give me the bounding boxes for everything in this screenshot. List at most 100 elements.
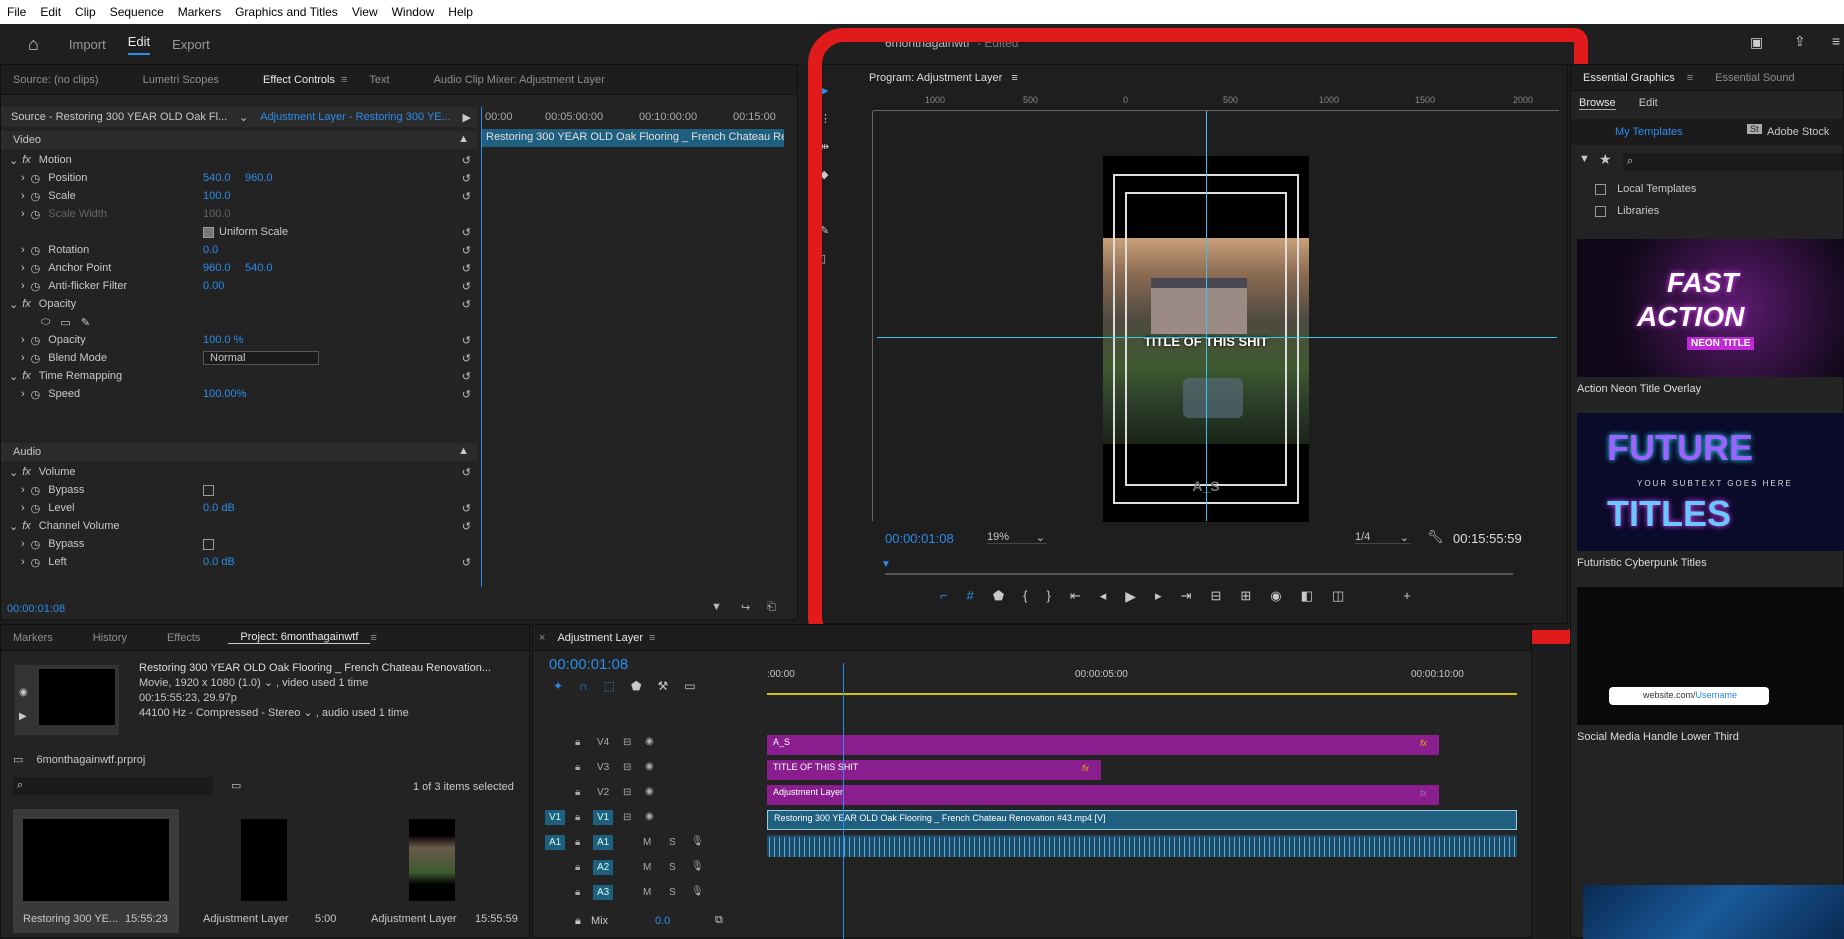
fx-icon[interactable]: fx [22,154,31,166]
extract-icon[interactable]: ⊞ [1240,588,1251,610]
grid-icon[interactable]: # [967,588,974,610]
collapse-icon[interactable]: ▲ [458,133,469,145]
stopwatch-icon[interactable]: ◷ [31,352,41,365]
solo-button[interactable]: S [669,837,676,848]
more-icon[interactable]: ≡ [1832,33,1840,49]
go-to-in-icon[interactable]: ⇤ [1070,588,1081,610]
expand-icon[interactable]: ⌄ [9,154,18,167]
stopwatch-icon[interactable]: ◷ [31,208,41,221]
checkbox[interactable] [1595,183,1606,195]
menu-file[interactable]: File [0,5,33,19]
property-value[interactable]: 100.0 [203,208,231,220]
mute-button[interactable]: M [643,862,651,873]
ripple-edit-icon[interactable]: ⇹ [820,140,829,153]
linked-icon[interactable]: ⬚ [604,679,615,693]
expand-icon[interactable]: › [21,352,25,364]
menu-markers[interactable]: Markers [171,5,228,19]
mark-out-icon[interactable]: } [1046,588,1050,610]
property-value[interactable]: 0.0 [203,244,218,256]
ec-timecode[interactable]: 00:00:01:08 [7,603,65,615]
tab-essential-graphics[interactable]: Essential Graphics [1571,72,1687,84]
tab-edit[interactable]: Edit [127,34,151,55]
mute-button[interactable]: M [643,837,651,848]
fx-icon[interactable]: fx [22,298,31,310]
timeline-timecode[interactable]: 00:00:01:08 [549,656,628,673]
marker-in-icon[interactable]: ⌐ [940,588,948,610]
track-target[interactable]: A1 [593,835,614,850]
microphone-icon[interactable]: 🎙︎ [691,836,704,847]
clip-v2[interactable]: Adjustment Layer fx [767,785,1439,805]
eye-icon[interactable]: ◉ [645,786,654,797]
reset-icon[interactable]: ↺ [462,466,471,479]
reset-icon[interactable]: ↺ [462,298,471,311]
workspaces-icon[interactable]: ▣ [1750,34,1763,51]
lock-icon[interactable]: 🔒︎ [575,812,580,823]
zoom-select[interactable]: 19% ⌄ [987,531,1047,544]
checkbox[interactable] [1595,205,1606,217]
lock-icon[interactable]: 🔒︎ [575,915,581,928]
tab-import[interactable]: Import [69,37,106,52]
sync-lock-icon[interactable]: ⊟ [623,737,631,748]
expand-icon[interactable]: ⌄ [9,466,18,479]
program-timecode[interactable]: 00:00:01:08 [885,531,954,546]
nest-icon[interactable]: ✦ [553,679,563,693]
reset-icon[interactable]: ↺ [462,262,471,275]
microphone-icon[interactable]: 🎙︎ [691,886,704,897]
reset-icon[interactable]: ↺ [462,244,471,257]
stopwatch-icon[interactable]: ◷ [31,244,41,257]
menu-clip[interactable]: Clip [68,5,103,19]
property-value[interactable]: 100.0 [203,190,231,202]
template-thumbnail[interactable] [1583,885,1844,939]
mix-value[interactable]: 0.0 [655,915,670,927]
tab-export[interactable]: Export [172,37,210,52]
reset-icon[interactable]: ↺ [462,280,471,293]
export-icon[interactable]: ↪ [741,601,750,614]
checkbox[interactable] [203,484,214,496]
ellipse-mask-icon[interactable]: ⬭ [41,316,50,329]
solo-button[interactable]: S [669,862,676,873]
stopwatch-icon[interactable]: ◷ [31,262,41,275]
property-value[interactable]: 540.0 [203,172,231,184]
expand-icon[interactable]: › [21,208,25,220]
slip-icon[interactable]: | [820,196,823,208]
property-value[interactable]: 540.0 [245,262,273,274]
camera-icon[interactable]: ◉ [1270,588,1281,610]
expand-icon[interactable]: › [21,388,25,400]
template-card[interactable]: FAST ACTION NEON TITLE Action Neon Title… [1577,239,1844,399]
tab-history[interactable]: History [81,632,139,644]
reset-icon[interactable]: ↺ [462,154,471,167]
template-card[interactable]: website.com/Username Social Media Handle… [1577,587,1844,747]
wrench-icon[interactable]: ⚒ [657,679,668,693]
scrubber-playhead-icon[interactable]: ▼ [881,559,891,570]
step-forward-icon[interactable]: ▸ [1155,588,1162,610]
source-patch-v[interactable]: V1 [545,810,566,825]
lock-icon[interactable]: 🔒︎ [575,862,580,873]
property-value[interactable]: 100.0 % [203,334,243,346]
tools-icon[interactable]: ⎗ [767,601,776,614]
mix-go-to-icon[interactable]: ⧉ [715,914,723,927]
expand-icon[interactable]: › [21,538,25,550]
template-card[interactable]: FUTURE YOUR SUBTEXT GOES HERE TITLES Fut… [1577,413,1844,573]
track-target[interactable]: V4 [593,735,613,750]
blend-mode-select[interactable]: Normal [203,351,319,365]
chevron-down-icon[interactable]: ⌄ [300,707,315,719]
tab-text[interactable]: Text [357,74,401,86]
star-icon[interactable]: ★ [1599,151,1612,168]
selection-tool-icon[interactable]: ▶ [820,84,828,97]
lock-icon[interactable]: 🔒︎ [575,837,580,848]
reset-icon[interactable]: ↺ [462,520,471,533]
reset-icon[interactable]: ↺ [462,190,471,203]
expand-icon[interactable]: › [21,262,25,274]
share-icon[interactable]: ⇪ [1794,33,1806,50]
tab-source[interactable]: Source: (no clips) [1,74,111,86]
property-value[interactable]: 960.0 [203,262,231,274]
stopwatch-icon[interactable]: ◷ [31,502,41,515]
eg-checkbox-local[interactable]: Local Templates [1595,183,1696,195]
tab-browse[interactable]: Browse [1579,97,1616,110]
menu-view[interactable]: View [345,5,385,19]
ec-clip[interactable]: Restoring 300 YEAR OLD Oak Flooring _ Fr… [482,129,784,147]
track-target[interactable]: V1 [593,810,614,825]
stopwatch-icon[interactable]: ◷ [31,190,41,203]
stopwatch-icon[interactable]: ◷ [31,334,41,347]
stopwatch-icon[interactable]: ◷ [31,538,41,551]
